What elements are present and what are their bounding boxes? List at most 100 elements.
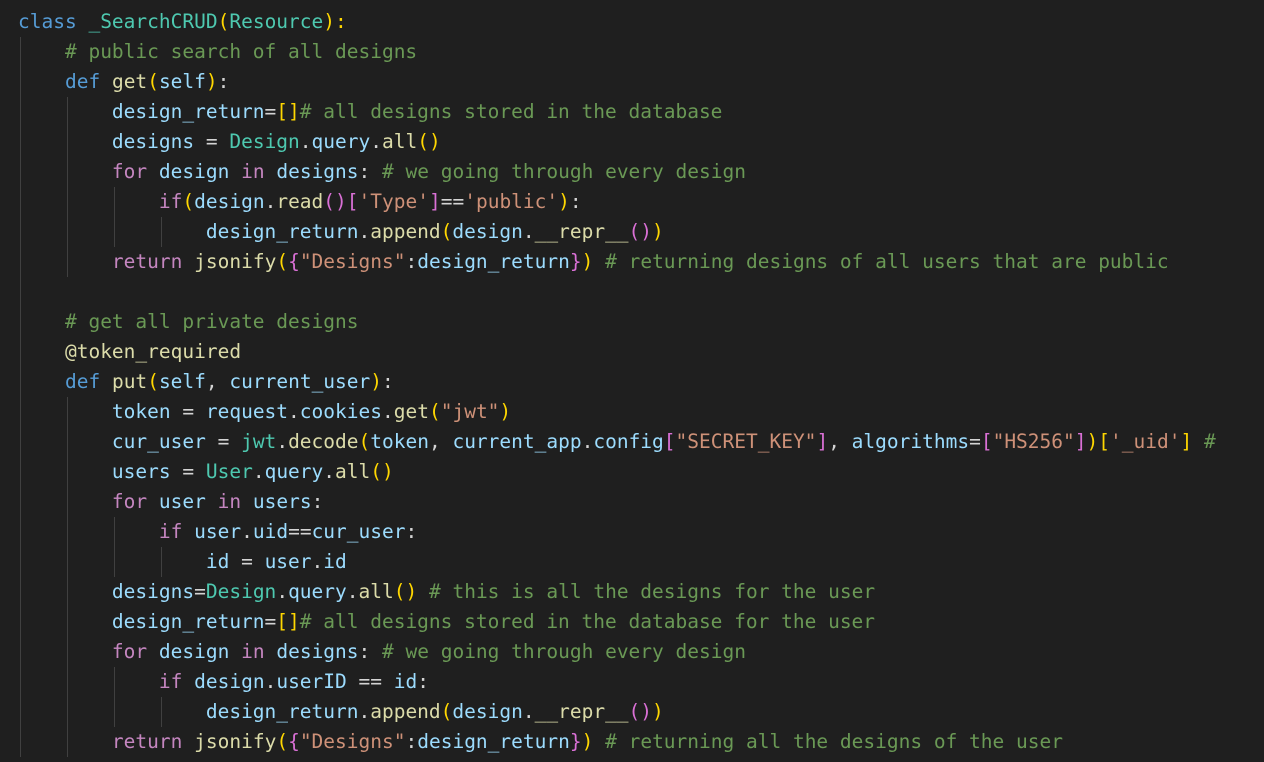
- code-token-variable: request: [205, 400, 289, 423]
- code-token-comment: # this is all the designs for the user: [428, 580, 876, 603]
- code-token-bracket_1: (): [417, 130, 441, 153]
- code-token-variable: users: [111, 460, 171, 483]
- code-line[interactable]: designs=Design.query.all() # this is all…: [18, 577, 875, 607]
- code-token-keyword: def: [64, 370, 101, 393]
- code-editor[interactable]: class _SearchCRUD(Resource): # public se…: [0, 0, 1264, 762]
- code-token-bracket_1: (: [440, 700, 453, 723]
- code-line[interactable]: def get(self):: [18, 67, 229, 97]
- code-line[interactable]: users = User.query.all(): [18, 457, 394, 487]
- code-token-variable: design: [158, 640, 230, 663]
- code-token-function: all: [358, 580, 394, 603]
- code-line[interactable]: class _SearchCRUD(Resource):: [18, 7, 347, 37]
- code-token-control: if: [158, 670, 183, 693]
- code-token-variable: cookies: [299, 400, 382, 423]
- code-token-variable: designs: [276, 160, 359, 183]
- code-token-control: if: [158, 520, 183, 543]
- code-token-comment: # we going through every design: [382, 640, 746, 663]
- code-line[interactable]: # get all private designs: [18, 307, 359, 337]
- code-token-bracket_2: (): [323, 190, 347, 213]
- code-token-function: append: [370, 220, 441, 243]
- code-line[interactable]: if(design.read()['Type']=='public'):: [18, 187, 582, 217]
- code-line[interactable]: for user in users:: [18, 487, 323, 517]
- code-token-plain: =: [170, 400, 206, 423]
- code-token-bracket_2: [: [980, 430, 993, 453]
- code-token-plain: ==: [288, 520, 312, 543]
- code-token-control: in: [217, 490, 242, 513]
- code-token-plain: .: [522, 700, 535, 723]
- code-token-control: if: [158, 190, 183, 213]
- code-token-plain: ,: [828, 430, 852, 453]
- code-token-function: @token_required: [64, 340, 242, 363]
- code-token-control: in: [241, 160, 265, 183]
- code-token-variable: design: [452, 700, 523, 723]
- code-line[interactable]: return jsonify({"Designs":design_return}…: [18, 727, 1063, 757]
- code-token-bracket_1: ):: [323, 10, 347, 33]
- code-token-class_name: Resource: [229, 10, 324, 33]
- code-line[interactable]: for design in designs: # we going throug…: [18, 637, 746, 667]
- code-token-bracket_2: {: [288, 250, 300, 273]
- code-token-variable: design: [158, 160, 230, 183]
- code-line[interactable]: design_return=[]# all designs stored in …: [18, 97, 723, 127]
- code-token-plain: =: [264, 610, 277, 633]
- code-token-string: 'Type': [358, 190, 429, 213]
- code-token-plain: .: [264, 190, 277, 213]
- code-token-variable: query: [311, 130, 371, 153]
- code-line[interactable]: id = user.id: [18, 547, 347, 577]
- code-line[interactable]: design_return=[]# all designs stored in …: [18, 607, 875, 637]
- code-token-variable: current_app: [452, 430, 582, 453]
- code-token-control: for: [111, 640, 148, 663]
- code-line[interactable]: if design.userID == id:: [18, 667, 429, 697]
- code-line[interactable]: # public search of all designs: [18, 37, 417, 67]
- code-line[interactable]: cur_user = jwt.decode(token, current_app…: [18, 427, 1216, 457]
- code-token-variable: id: [205, 550, 230, 573]
- code-token-comment: # public search of all designs: [64, 40, 418, 63]
- code-line[interactable]: designs = Design.query.all(): [18, 127, 441, 157]
- code-token-class_name: _SearchCRUD: [88, 10, 218, 33]
- code-token-variable: design_return: [111, 100, 265, 123]
- code-token-variable: query: [264, 460, 324, 483]
- code-token-variable: self: [158, 70, 206, 93]
- code-token-plain: ,: [428, 430, 453, 453]
- code-token-bracket_1: (): [370, 460, 394, 483]
- code-line[interactable]: for design in designs: # we going throug…: [18, 157, 746, 187]
- code-token-bracket_1: (: [147, 370, 159, 393]
- code-line[interactable]: design_return.append(design.__repr__()): [18, 217, 664, 247]
- code-line[interactable]: if user.uid==cur_user:: [18, 517, 417, 547]
- code-token-bracket_2: ]: [428, 190, 441, 213]
- code-token-control: for: [111, 490, 148, 513]
- code-token-variable: id: [393, 670, 418, 693]
- code-line[interactable]: def put(self, current_user):: [18, 367, 394, 397]
- code-token-class_name: User: [205, 460, 253, 483]
- code-token-comment: # all designs stored in the database: [299, 100, 723, 123]
- code-token-function: __repr__: [534, 700, 629, 723]
- code-token-comment: # we going through every design: [382, 160, 746, 183]
- code-line[interactable]: token = request.cookies.get("jwt"): [18, 397, 511, 427]
- code-line[interactable]: return jsonify({"Designs":design_return}…: [18, 247, 1169, 277]
- code-token-variable: cur_user: [311, 520, 406, 543]
- code-token-bracket_1: (: [440, 220, 453, 243]
- code-token-bracket_1: ): [581, 730, 594, 753]
- code-line[interactable]: @token_required: [18, 337, 241, 367]
- code-token-function: jsonify: [194, 250, 277, 273]
- code-token-function: append: [370, 700, 441, 723]
- code-token-plain: .: [241, 520, 253, 543]
- code-line[interactable]: design_return.append(design.__repr__()): [18, 697, 664, 727]
- code-token-plain: .: [323, 460, 336, 483]
